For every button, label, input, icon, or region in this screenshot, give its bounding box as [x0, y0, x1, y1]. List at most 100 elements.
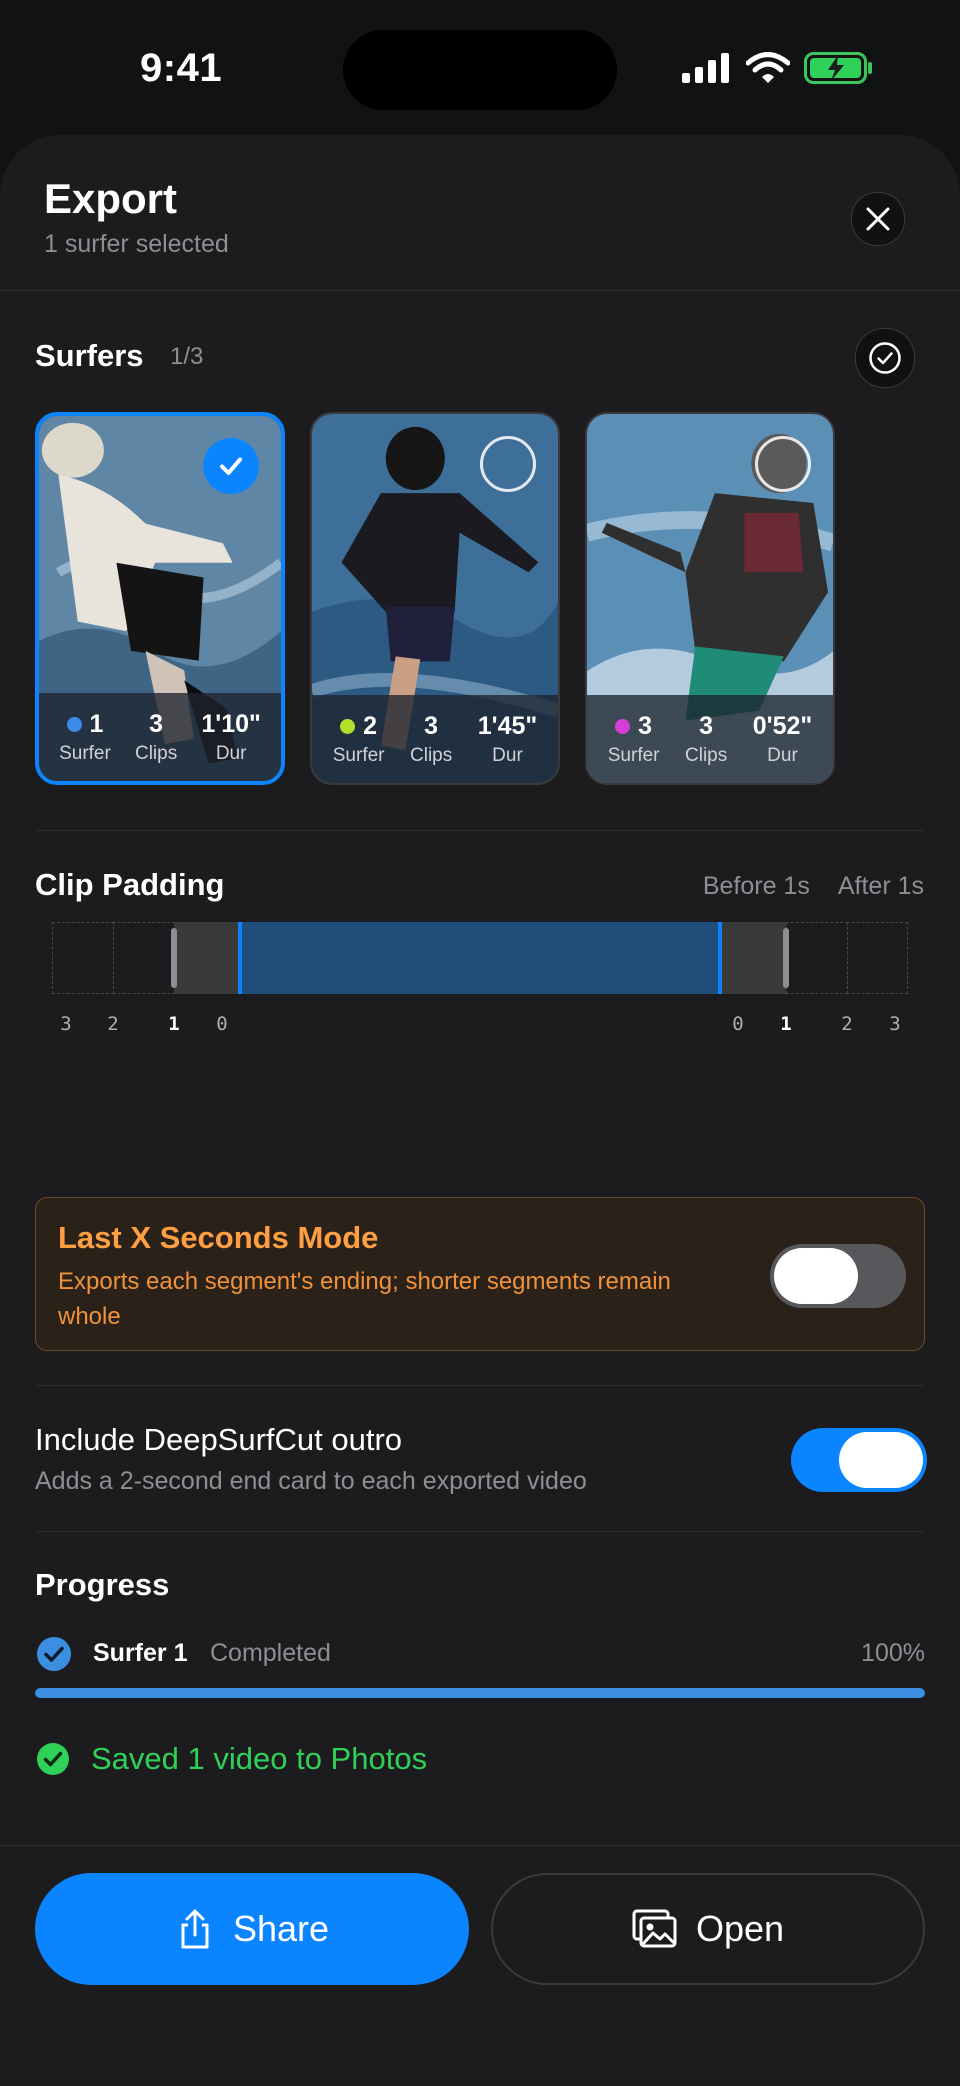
- timeline-clip-range: [238, 922, 722, 994]
- outro-divider: [35, 1531, 925, 1532]
- timeline-tick: 3: [889, 1013, 901, 1035]
- clips-label: Clips: [134, 742, 178, 764]
- select-all-button[interactable]: [855, 328, 915, 388]
- card-3-surfer-stat: 3 Surfer: [608, 712, 660, 767]
- card-1-duration-stat: 1'10" Dur: [201, 710, 261, 765]
- open-button-label: Open: [695, 1908, 785, 1949]
- surfers-count: 1/3: [170, 343, 204, 370]
- progress-row-surfer-1: Surfer 1 Completed 100%: [35, 1635, 925, 1675]
- after-padding-handle[interactable]: [783, 928, 789, 988]
- padding-values: Before 1s After 1s: [703, 872, 924, 901]
- surfer-label: Surfer: [607, 744, 660, 766]
- clips-label: Clips: [685, 744, 728, 766]
- checkmark-icon: [220, 457, 242, 475]
- card-1-duration-value: 1'10": [201, 709, 261, 738]
- timeline-tick: 2: [841, 1013, 853, 1035]
- last-x-seconds-panel: Last X Seconds Mode Exports each segment…: [35, 1197, 925, 1351]
- saved-message: Saved 1 video to Photos: [91, 1741, 428, 1776]
- surfer-color-dot: [615, 718, 631, 734]
- sheet-subtitle: 1 surfer selected: [44, 230, 229, 258]
- card-3-surfer-number: 3: [638, 711, 653, 740]
- status-icons: [682, 52, 874, 84]
- header-divider: [0, 290, 960, 291]
- card-2-surfer-stat: 2 Surfer: [333, 712, 385, 767]
- duration-label: Dur: [767, 744, 798, 766]
- progress-bar-fill: [35, 1688, 925, 1698]
- card-3-duration-value: 0'52": [752, 711, 813, 740]
- footer-divider: [0, 1845, 960, 1846]
- last-x-seconds-description: Exports each segment's ending; shorter s…: [58, 1268, 671, 1330]
- padding-after-value: After 1s: [837, 872, 924, 900]
- timeline-slot-before-3: [52, 922, 114, 994]
- status-bar: 9:41: [0, 0, 960, 130]
- wifi-icon: [746, 52, 790, 83]
- card-1-surfer-number: 1: [89, 709, 104, 738]
- progress-percent-label: 100%: [861, 1639, 925, 1667]
- open-button[interactable]: Open: [491, 1873, 925, 1985]
- clips-label: Clips: [410, 744, 453, 766]
- card-2-checkbox[interactable]: [480, 436, 536, 492]
- battery-charging-icon: [804, 52, 872, 84]
- progress-title: Progress: [35, 1567, 170, 1602]
- surfer-card-2[interactable]: 2 Surfer 3 Clips 1'45" Dur: [310, 412, 560, 785]
- card-1-stats: 1 Surfer 3 Clips 1'10" Dur: [39, 693, 281, 781]
- surfer-card-1[interactable]: 1 Surfer 3 Clips 1'10" Dur: [35, 412, 285, 785]
- surfer-card-3[interactable]: 3 Surfer 3 Clips 0'52" Dur: [585, 412, 835, 785]
- share-icon: [181, 1909, 209, 1949]
- surfer-color-dot: [66, 716, 82, 732]
- card-2-clips-stat: 3 Clips: [410, 712, 452, 767]
- share-button[interactable]: Share: [35, 1873, 469, 1985]
- card-1-checkbox[interactable]: [203, 438, 259, 494]
- card-3-clips-stat: 3 Clips: [685, 712, 727, 767]
- timeline-slot-before-2: [113, 922, 175, 994]
- card-1-surfer-stat: 1 Surfer: [59, 710, 111, 765]
- card-3-duration-stat: 0'52" Dur: [753, 712, 813, 767]
- timeline-slot-after-3: [847, 922, 908, 994]
- card-3-clips-value: 3: [699, 711, 714, 740]
- timeline-tick: 0: [732, 1013, 744, 1035]
- padding-before-value: Before 1s: [702, 872, 810, 900]
- sheet-title: Export: [44, 175, 178, 222]
- progress-item-name: Surfer 1: [93, 1639, 188, 1667]
- check-circle-filled-icon: [37, 1637, 71, 1671]
- success-check-icon: [37, 1743, 69, 1775]
- lastx-divider: [35, 1385, 925, 1386]
- dynamic-island: [343, 30, 617, 110]
- surfers-section-title: Surfers: [35, 338, 144, 373]
- progress-bar: [35, 1688, 925, 1698]
- duration-label: Dur: [492, 744, 523, 766]
- surfer-label: Surfer: [59, 742, 111, 764]
- outro-title: Include DeepSurfCut outro: [35, 1422, 403, 1457]
- check-circle-icon: [869, 342, 901, 374]
- surfer-color-dot: [340, 718, 356, 734]
- close-icon: [866, 207, 890, 231]
- saved-confirmation: Saved 1 video to Photos: [35, 1741, 427, 1777]
- card-2-surfer-number: 2: [363, 711, 378, 740]
- outro-toggle[interactable]: [791, 1428, 927, 1492]
- before-padding-handle[interactable]: [171, 928, 177, 988]
- cellular-signal-icon: [682, 53, 729, 83]
- share-button-label: Share: [232, 1908, 330, 1949]
- progress-item-status: Completed: [210, 1639, 331, 1667]
- duration-label: Dur: [215, 742, 247, 764]
- timeline-tick: 3: [60, 1013, 72, 1035]
- clip-padding-timeline[interactable]: [52, 922, 908, 994]
- timeline-before-padding: [174, 922, 238, 994]
- timeline-tick: 1: [168, 1013, 180, 1035]
- timeline-tick: 2: [107, 1013, 119, 1035]
- clip-padding-title: Clip Padding: [35, 867, 225, 902]
- timeline-slot-after-2: [786, 922, 848, 994]
- toggle-knob: [774, 1248, 858, 1304]
- toggle-knob: [839, 1432, 923, 1488]
- close-button[interactable]: [851, 192, 905, 246]
- card-2-clips-value: 3: [424, 711, 439, 740]
- card-2-duration-value: 1'45": [477, 711, 538, 740]
- last-x-seconds-toggle[interactable]: [770, 1244, 906, 1308]
- timeline-tick: 1: [780, 1013, 792, 1035]
- card-2-duration-stat: 1'45" Dur: [478, 712, 538, 767]
- card-3-checkbox[interactable]: [755, 436, 811, 492]
- card-2-stats: 2 Surfer 3 Clips 1'45" Dur: [312, 695, 558, 783]
- export-sheet: Export 1 surfer selected Surfers 1/3 1 S…: [0, 135, 960, 2086]
- card-3-stats: 3 Surfer 3 Clips 0'52" Dur: [587, 695, 833, 783]
- surfers-divider: [35, 830, 925, 831]
